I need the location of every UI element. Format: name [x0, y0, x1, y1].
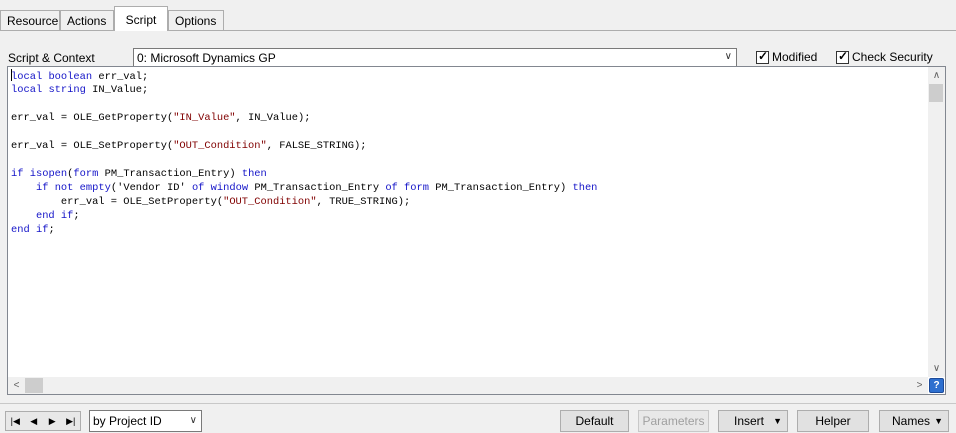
code-line: end if; — [11, 224, 55, 236]
helper-button-label: Helper — [815, 414, 851, 428]
caret-down-icon: ▼ — [934, 416, 943, 426]
default-button-label: Default — [575, 414, 614, 428]
horizontal-scroll-thumb[interactable] — [25, 378, 43, 393]
check-security-checkbox[interactable]: Check Security — [836, 49, 933, 64]
check-security-label: Check Security — [852, 50, 933, 64]
code-line: if not empty('Vendor ID' of window PM_Tr… — [35, 182, 598, 194]
tab-label: Actions — [67, 14, 107, 28]
insert-button-label: Insert — [734, 414, 765, 428]
tab-actions[interactable]: Actions — [60, 10, 114, 30]
context-selected-value: 0: Microsoft Dynamics GP — [137, 51, 276, 65]
code-line: err_val = OLE_SetProperty("OUT_Condition… — [60, 196, 411, 208]
code-area[interactable]: local boolean err_val; local string IN_Va… — [8, 67, 928, 377]
first-icon[interactable]: |◀ — [6, 412, 25, 430]
code-line: err_val = OLE_SetProperty("OUT_Condition… — [11, 140, 367, 152]
vertical-scroll-thumb[interactable] — [929, 84, 943, 102]
script-context-label: Script & Context — [8, 51, 95, 65]
insert-button[interactable]: Insert ▼ — [718, 410, 788, 432]
code-line: err_val = OLE_GetProperty("IN_Value", IN… — [11, 112, 311, 124]
sort-dropdown[interactable]: by Project ID ∨ — [89, 410, 202, 432]
last-icon[interactable]: ▶| — [62, 412, 81, 430]
names-button-label: Names — [892, 414, 931, 428]
helper-button[interactable]: Helper — [797, 410, 869, 432]
caret-down-icon: ▼ — [773, 416, 782, 426]
code-line: local boolean err_val; — [11, 69, 149, 83]
checkbox-checked-icon — [756, 49, 769, 64]
prev-icon[interactable]: ◀ — [25, 412, 44, 430]
code-line: if isopen(form PM_Transaction_Entry) the… — [11, 168, 267, 180]
tab-script[interactable]: Script — [114, 6, 168, 31]
parameters-button-label: Parameters — [642, 414, 705, 428]
script-editor[interactable]: local boolean err_val; local string IN_Va… — [7, 66, 946, 395]
horizontal-scrollbar[interactable]: < > — [8, 377, 928, 394]
bottom-toolbar: |◀ ◀ ▶ ▶| by Project ID ∨ Default Parame… — [0, 403, 956, 433]
tab-label: Resource — [7, 14, 59, 28]
scroll-down-icon[interactable]: ∨ — [928, 360, 945, 377]
tab-options[interactable]: Options — [168, 10, 224, 30]
tab-resource[interactable]: Resource — [0, 10, 60, 30]
modified-checkbox[interactable]: Modified — [756, 49, 818, 64]
next-icon[interactable]: ▶ — [43, 412, 62, 430]
tab-label: Options — [175, 14, 217, 28]
tab-strip: Resource Actions Script Options — [0, 6, 956, 31]
parameters-button: Parameters — [638, 410, 709, 432]
checkbox-checked-icon — [836, 49, 849, 64]
chevron-down-icon: ∨ — [189, 415, 197, 426]
names-button[interactable]: Names ▼ — [879, 410, 949, 432]
code-line: local string IN_Value; — [11, 84, 149, 96]
code-line: end if; — [35, 210, 80, 222]
scroll-up-icon[interactable]: ∧ — [928, 67, 945, 84]
context-dropdown[interactable]: 0: Microsoft Dynamics GP ∨ — [133, 48, 737, 67]
vertical-scrollbar[interactable]: ∧ ∨ — [928, 67, 945, 377]
default-button[interactable]: Default — [560, 410, 629, 432]
modified-label: Modified — [772, 50, 818, 64]
record-navigation: |◀ ◀ ▶ ▶| — [5, 411, 81, 431]
chevron-down-icon: ∨ — [724, 51, 732, 62]
tab-label: Script — [125, 13, 157, 27]
sort-selected-value: by Project ID — [93, 414, 162, 428]
scroll-right-icon[interactable]: > — [911, 377, 928, 394]
scroll-left-icon[interactable]: < — [8, 377, 25, 394]
help-icon[interactable]: ? — [929, 378, 944, 393]
